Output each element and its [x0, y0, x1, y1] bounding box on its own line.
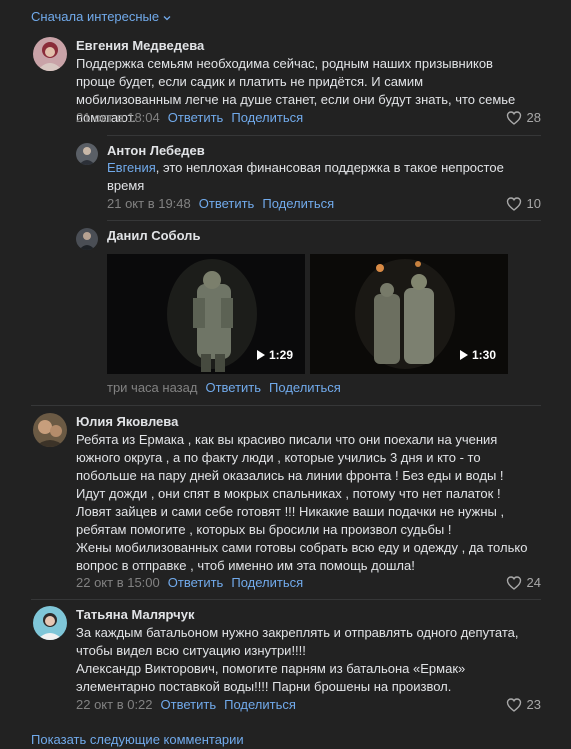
comment-text: За каждым батальоном нужно закреплять и …: [76, 625, 519, 694]
like-button[interactable]: 23: [506, 696, 541, 714]
show-more-comments-link[interactable]: Показать следующие комментарии: [31, 731, 244, 749]
reply-button[interactable]: Ответить: [161, 696, 217, 714]
comment-meta: 22 окт в 0:22 Ответить Поделиться: [76, 696, 296, 714]
like-count: 23: [526, 697, 541, 712]
comment-5: Татьяна Малярчук За каждым батальоном ну…: [0, 0, 571, 739]
heart-icon: [506, 698, 521, 712]
comment-author[interactable]: Татьяна Малярчук: [76, 606, 194, 624]
comment-time[interactable]: 22 окт в 0:22: [76, 696, 153, 714]
avatar[interactable]: [33, 606, 67, 640]
share-button[interactable]: Поделиться: [224, 696, 296, 714]
